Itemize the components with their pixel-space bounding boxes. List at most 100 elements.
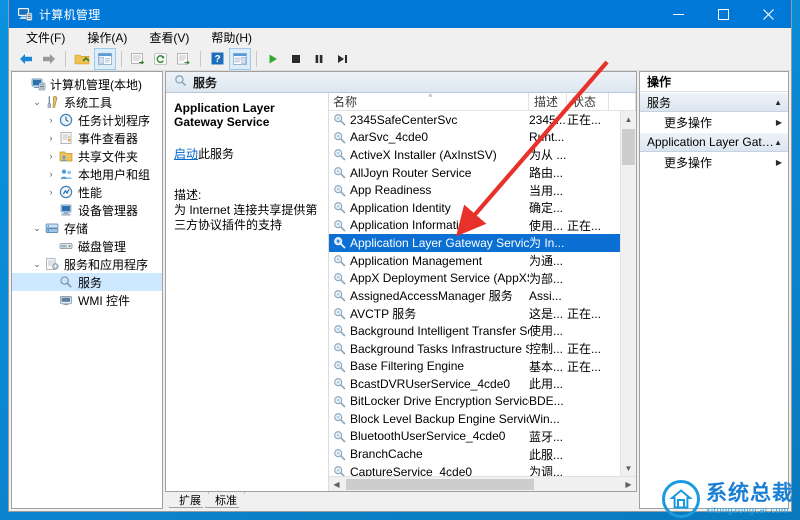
- actions-group-services[interactable]: 服务 ▲: [640, 92, 788, 112]
- tree-twisty-3[interactable]: ›: [44, 133, 58, 143]
- tree-node-5[interactable]: › 本地用户和组: [12, 165, 162, 183]
- wmi-control-icon: [58, 293, 74, 307]
- tree-twisty-8[interactable]: ⌄: [30, 223, 44, 234]
- table-row[interactable]: AVCTP 服务 这是... 正在...: [329, 305, 620, 323]
- maximize-button[interactable]: [701, 0, 746, 28]
- service-description-cell-6: 使用...: [529, 218, 564, 233]
- description-label: 描述:: [174, 188, 202, 202]
- forward-button[interactable]: [38, 48, 60, 70]
- stop-service-button[interactable]: [285, 48, 307, 70]
- column-header-description[interactable]: 描述: [529, 93, 567, 110]
- watermark-text: 系统总裁 xitongzongcai.com: [706, 483, 794, 515]
- service-name-cell-11: AVCTP 服务: [350, 306, 417, 321]
- service-name-cell-3: AllJoyn Router Service: [350, 165, 472, 180]
- back-button[interactable]: [15, 48, 37, 70]
- vertical-scroll-track[interactable]: [621, 127, 636, 460]
- menu-file[interactable]: 文件(F): [23, 28, 68, 47]
- actions-more-actions-selected-service[interactable]: 更多操作 ▶: [640, 152, 788, 172]
- scroll-right-button[interactable]: ▶: [621, 477, 636, 492]
- tree-node-9[interactable]: 磁盘管理: [12, 237, 162, 255]
- table-row[interactable]: BcastDVRUserService_4cde0 此用...: [329, 375, 620, 393]
- tab-standard[interactable]: 标准: [205, 492, 245, 508]
- scroll-left-button[interactable]: ◀: [329, 477, 344, 492]
- menu-view[interactable]: 查看(V): [146, 28, 192, 47]
- restart-service-button[interactable]: [331, 48, 353, 70]
- scroll-down-button[interactable]: ▼: [621, 460, 636, 476]
- table-row[interactable]: Base Filtering Engine 基本... 正在...: [329, 357, 620, 375]
- list-vertical-scrollbar[interactable]: ▲ ▼: [620, 111, 636, 476]
- table-row[interactable]: AppX Deployment Service (AppXSVC)为部...: [329, 269, 620, 287]
- tree-node-11[interactable]: 服务: [12, 273, 162, 291]
- tree-node-1[interactable]: ⌄ 系统工具: [12, 93, 162, 111]
- table-row[interactable]: ActiveX Installer (AxInstSV) 为从 ...: [329, 146, 620, 164]
- actions-group-selected-service[interactable]: Application Layer Gatewa... ▲: [640, 132, 788, 152]
- show-hide-console-tree-button[interactable]: [94, 47, 116, 70]
- list-horizontal-scrollbar[interactable]: ◀ ▶: [329, 476, 636, 491]
- table-row[interactable]: AllJoyn Router Service 路由...: [329, 164, 620, 182]
- table-row[interactable]: App Readiness 当用...: [329, 181, 620, 199]
- column-header-status[interactable]: 状态: [567, 93, 609, 110]
- start-service-link[interactable]: 启动: [174, 147, 198, 161]
- start-service-button[interactable]: [262, 48, 284, 70]
- actions-group-services-label: 服务: [647, 95, 672, 110]
- refresh-button[interactable]: [150, 48, 172, 70]
- menu-action[interactable]: 操作(A): [84, 28, 130, 47]
- tree-twisty-6[interactable]: ›: [44, 187, 58, 197]
- tree-twisty-5[interactable]: ›: [44, 169, 58, 179]
- actions-more-actions-services[interactable]: 更多操作 ▶: [640, 112, 788, 132]
- tree-node-0[interactable]: 计算机管理(本地): [12, 75, 162, 93]
- service-gear-icon: [333, 113, 346, 126]
- service-name-cell-9: AppX Deployment Service (AppXSVC): [350, 271, 529, 286]
- horizontal-scroll-track[interactable]: [344, 477, 621, 492]
- tree-node-4[interactable]: › 共享文件夹: [12, 147, 162, 165]
- table-row[interactable]: Background Intelligent Transfer Service使…: [329, 322, 620, 340]
- table-row[interactable]: Background Tasks Infrastructure Service控…: [329, 340, 620, 358]
- table-row[interactable]: BitLocker Drive Encryption Service BDE...: [329, 393, 620, 411]
- tree-twisty-4[interactable]: ›: [44, 151, 58, 161]
- scroll-up-button[interactable]: ▲: [621, 111, 636, 127]
- tree-node-10[interactable]: ⌄ 服务和应用程序: [12, 255, 162, 273]
- pause-service-button[interactable]: [308, 48, 330, 70]
- tree-node-12[interactable]: WMI 控件: [12, 291, 162, 309]
- tree-node-3[interactable]: › 事件查看器: [12, 129, 162, 147]
- tree-twisty-10[interactable]: ⌄: [30, 259, 44, 270]
- table-row[interactable]: AarSvc_4cde0 Runt...: [329, 129, 620, 147]
- table-row[interactable]: CaptureService_4cde0 为调...: [329, 463, 620, 476]
- table-row[interactable]: Application Layer Gateway Service 为 In...: [329, 234, 620, 252]
- tab-extended[interactable]: 扩展: [169, 492, 209, 508]
- start-service-suffix: 此服务: [198, 147, 235, 161]
- tree-twisty-2[interactable]: ›: [44, 115, 58, 125]
- show-action-pane-button[interactable]: [229, 47, 251, 70]
- tree-node-6[interactable]: › 性能: [12, 183, 162, 201]
- properties-button[interactable]: [173, 48, 195, 70]
- table-row[interactable]: Application Information 使用... 正在...: [329, 217, 620, 235]
- help-button[interactable]: ?: [206, 48, 228, 70]
- service-description-cell-17: Win...: [529, 411, 560, 426]
- table-row[interactable]: BranchCache 此服...: [329, 445, 620, 463]
- tree-node-8[interactable]: ⌄ 存储: [12, 219, 162, 237]
- table-row[interactable]: Application Management 为通...: [329, 252, 620, 270]
- table-row[interactable]: Block Level Backup Engine Service Win...: [329, 410, 620, 428]
- table-row[interactable]: Application Identity 确定...: [329, 199, 620, 217]
- vertical-scroll-thumb[interactable]: [622, 129, 635, 165]
- column-header-startup-type[interactable]: [609, 93, 636, 110]
- services-rows[interactable]: 2345SafeCenterSvc 2345... 正在... AarSvc_4cd…: [329, 111, 620, 476]
- close-button[interactable]: [746, 0, 791, 28]
- table-row[interactable]: BluetoothUserService_4cde0 蓝牙...: [329, 428, 620, 446]
- column-header-name[interactable]: 名称 ^: [329, 93, 529, 110]
- tree-node-2[interactable]: › 任务计划程序: [12, 111, 162, 129]
- table-row[interactable]: AssignedAccessManager 服务 Assi...: [329, 287, 620, 305]
- console-tree-pane[interactable]: 计算机管理(本地) ⌄ 系统工具 › 任务计划程序 › 事件查看器 › 共享文件夹 › 本地用户和组…: [11, 71, 163, 509]
- tree-node-7[interactable]: 设备管理器: [12, 201, 162, 219]
- storage-icon: [44, 221, 60, 235]
- tree-twisty-1[interactable]: ⌄: [30, 97, 44, 108]
- service-name-cell-8: Application Management: [350, 253, 483, 268]
- export-list-button[interactable]: [127, 48, 149, 70]
- service-description-cell-5: 确定...: [529, 201, 564, 216]
- menu-help[interactable]: 帮助(H): [208, 28, 255, 47]
- minimize-button[interactable]: [656, 0, 701, 28]
- column-header-status-label: 状态: [572, 95, 597, 109]
- up-folder-button[interactable]: [71, 48, 93, 70]
- table-row[interactable]: 2345SafeCenterSvc 2345... 正在...: [329, 111, 620, 129]
- horizontal-scroll-thumb[interactable]: [346, 478, 534, 490]
